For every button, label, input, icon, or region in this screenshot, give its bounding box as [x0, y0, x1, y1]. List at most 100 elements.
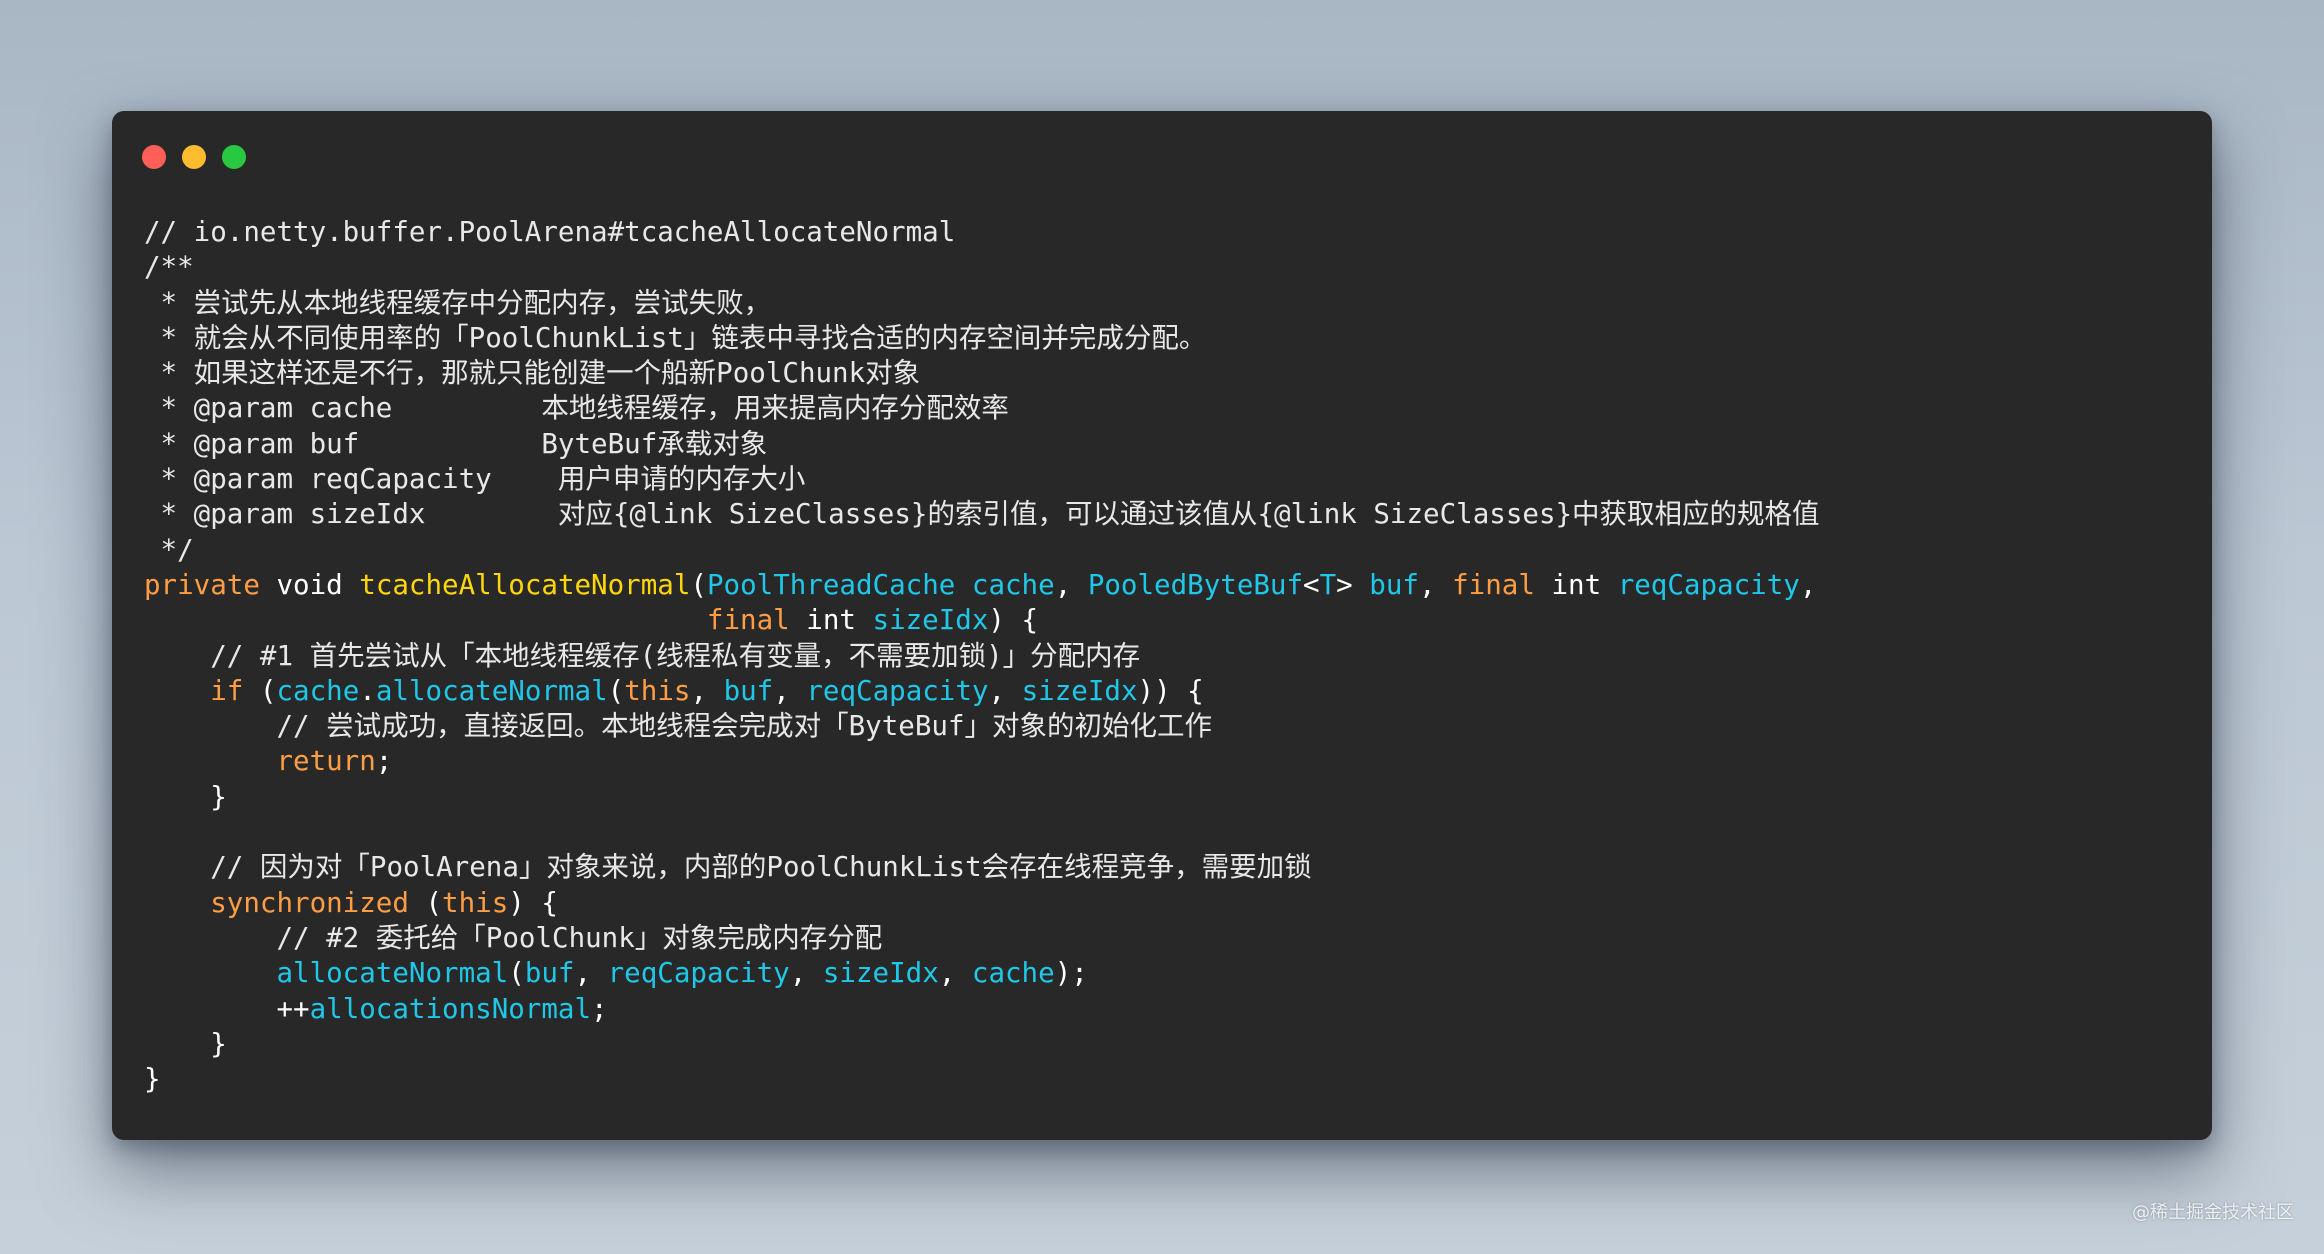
code-token-plain: ,	[938, 957, 972, 990]
code-token-keyword: this	[442, 886, 509, 919]
code-line: * 就会从不同使用率的「PoolChunkList」链表中寻找合适的内存空间并完…	[144, 321, 2192, 356]
window-controls	[142, 145, 246, 169]
code-token-identifier: cache	[971, 957, 1055, 990]
code-line: * @param cache 本地线程缓存，用来提高内存分配效率	[144, 391, 2192, 426]
code-token-plain: ;	[591, 992, 608, 1025]
code-token-plain: ,	[1418, 568, 1453, 601]
code-window: // io.netty.buffer.PoolArena#tcacheAlloc…	[112, 111, 2212, 1140]
code-line: // io.netty.buffer.PoolArena#tcacheAlloc…	[144, 215, 2192, 250]
code-line: */	[144, 533, 2192, 568]
code-token-plain: ,	[1054, 568, 1088, 601]
minimize-button[interactable]	[182, 145, 206, 169]
code-token-comment: * @param reqCapacity 用户申请的内存大小	[144, 463, 806, 496]
code-token-identifier: sizeIdx	[822, 957, 939, 990]
code-token-identifier: reqCapacity	[806, 674, 989, 707]
close-button[interactable]	[142, 145, 166, 169]
code-token-plain: ,	[789, 957, 823, 990]
code-token-comment: // #1 首先尝试从「本地线程缓存(线程私有变量，不需要加锁)」分配内存	[144, 639, 1141, 672]
code-token-comment: // io.netty.buffer.PoolArena#tcacheAlloc…	[144, 216, 956, 248]
code-line: return;	[144, 744, 2192, 779]
code-token-plain: }	[144, 1027, 227, 1060]
code-token-identifier: allocateNormal	[276, 957, 509, 990]
code-line: private void tcacheAllocateNormal(PoolTh…	[144, 568, 2192, 603]
code-line: /**	[144, 250, 2192, 285]
code-token-comment: // #2 委托给「PoolChunk」对象完成内存分配	[144, 921, 883, 954]
code-token-identifier: allocationsNormal	[309, 992, 592, 1025]
code-token-plain: ;	[375, 745, 393, 778]
code-token-keyword: if	[210, 674, 244, 707]
code-line: * @param sizeIdx 对应{@link SizeClasses}的索…	[144, 497, 2192, 532]
code-token-keyword: private	[144, 568, 260, 601]
code-token-keyword: return	[276, 745, 376, 778]
code-token-plain: ,	[773, 674, 807, 707]
code-token-identifier: buf	[524, 957, 575, 990]
code-token-type: int	[1551, 568, 1602, 601]
code-line: allocateNormal(buf, reqCapacity, sizeIdx…	[144, 956, 2192, 991]
code-token-plain: <	[1303, 568, 1320, 601]
maximize-button[interactable]	[222, 145, 246, 169]
code-line: ++allocationsNormal;	[144, 992, 2192, 1027]
code-token-plain: (	[690, 568, 707, 601]
code-token-identifier: buf	[1369, 568, 1419, 601]
code-token-keyword: this	[624, 674, 691, 707]
code-token-identifier: PooledByteBuf	[1087, 568, 1304, 601]
code-line: // #1 首先尝试从「本地线程缓存(线程私有变量，不需要加锁)」分配内存	[144, 639, 2192, 674]
code-line: * 尝试先从本地线程缓存中分配内存，尝试失败，	[144, 286, 2192, 321]
code-token-plain: .	[359, 674, 376, 707]
code-token-identifier: sizeIdx	[1021, 674, 1138, 707]
code-line: * @param buf ByteBuf承载对象	[144, 427, 2192, 462]
code-token-plain: (	[607, 674, 625, 707]
code-line: }	[144, 1027, 2192, 1062]
code-token-comment: * 就会从不同使用率的「PoolChunkList」链表中寻找合适的内存空间并完…	[144, 321, 1207, 354]
code-token-identifier: allocateNormal	[375, 674, 608, 707]
code-token-plain: }	[144, 780, 227, 813]
code-token-plain: )) {	[1137, 674, 1204, 707]
code-token-plain: ) {	[508, 886, 558, 919]
code-line: // 因为对「PoolArena」对象来说，内部的PoolChunkList会存…	[144, 850, 2192, 885]
code-token-type: void	[276, 568, 343, 601]
code-line: // #2 委托给「PoolChunk」对象完成内存分配	[144, 921, 2192, 956]
code-token-identifier: reqCapacity	[1617, 568, 1800, 601]
code-token-plain: (	[508, 957, 525, 990]
code-token-plain: ,	[690, 674, 724, 707]
code-token-comment: * 尝试先从本地线程缓存中分配内存，尝试失败，	[144, 286, 772, 319]
code-block: // io.netty.buffer.PoolArena#tcacheAlloc…	[144, 215, 2192, 1097]
code-line: }	[144, 1062, 2192, 1097]
code-token-identifier: cache	[971, 568, 1055, 601]
code-token-plain: ,	[1799, 568, 1817, 601]
code-line: * @param reqCapacity 用户申请的内存大小	[144, 462, 2192, 497]
code-token-comment: * 如果这样还是不行，那就只能创建一个船新PoolChunk对象	[144, 357, 921, 390]
code-token-comment: */	[144, 533, 194, 566]
code-token-plain: >	[1336, 568, 1370, 601]
code-token-keyword: final	[1452, 568, 1535, 601]
code-token-keyword: synchronized	[210, 886, 409, 919]
code-line: if (cache.allocateNormal(this, buf, reqC…	[144, 674, 2192, 709]
code-line: }	[144, 780, 2192, 815]
code-token-keyword: final	[706, 604, 790, 637]
code-token-plain: ,	[988, 674, 1022, 707]
code-token-comment: * @param cache 本地线程缓存，用来提高内存分配效率	[144, 392, 1009, 425]
code-line: // 尝试成功，直接返回。本地线程会完成对「ByteBuf」对象的初始化工作	[144, 709, 2192, 744]
code-token-plain: ,	[574, 957, 608, 990]
code-line: final int sizeIdx) {	[144, 603, 2192, 638]
code-token-plain: (	[243, 674, 277, 707]
code-token-plain: }	[144, 1063, 161, 1096]
code-token-plain: ++	[144, 992, 310, 1025]
code-token-comment: // 因为对「PoolArena」对象来说，内部的PoolChunkList会存…	[144, 851, 1312, 884]
code-line: * 如果这样还是不行，那就只能创建一个船新PoolChunk对象	[144, 356, 2192, 391]
code-token-method: tcacheAllocateNormal	[359, 568, 691, 601]
code-token-identifier: PoolThreadCache	[706, 568, 956, 601]
code-token-plain: ) {	[988, 604, 1039, 637]
code-line: synchronized (this) {	[144, 886, 2192, 921]
